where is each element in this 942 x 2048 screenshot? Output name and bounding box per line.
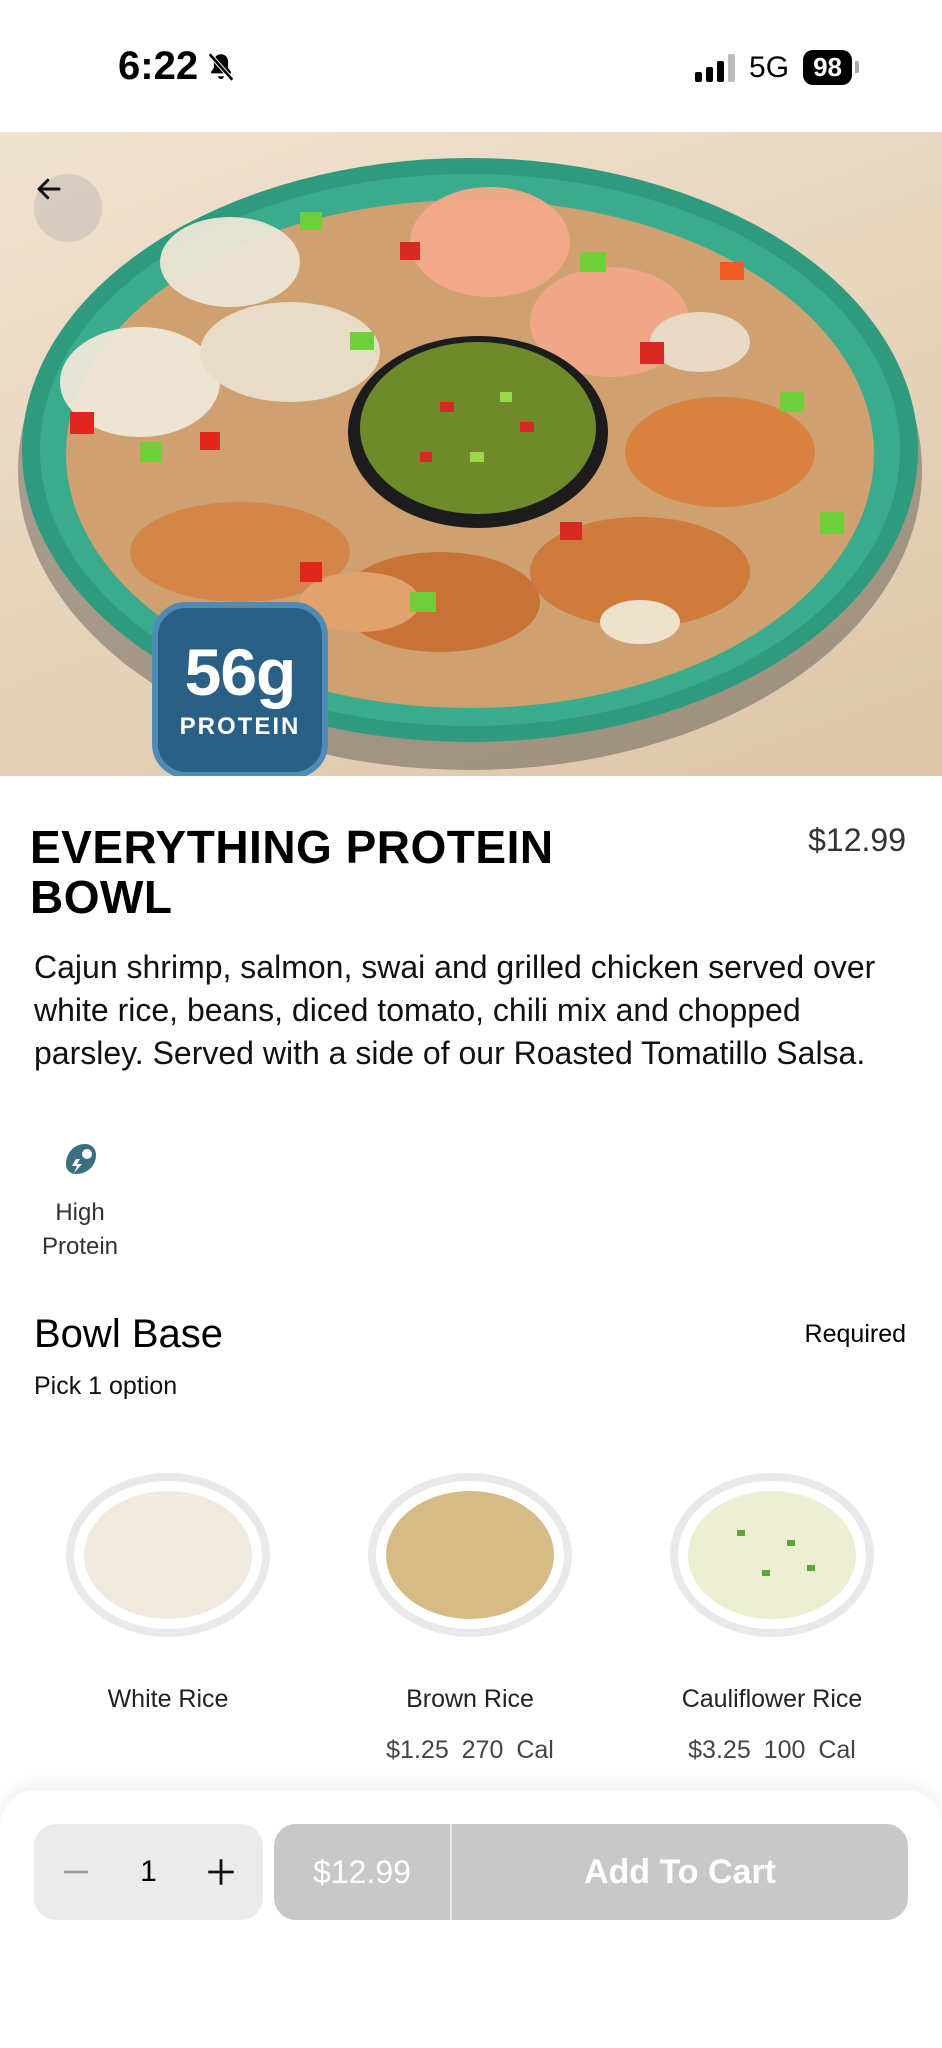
option-name: Brown Rice <box>406 1685 534 1713</box>
option-name: Cauliflower Rice <box>681 1685 863 1713</box>
battery-icon: 98 <box>803 50 859 85</box>
network-label: 5G <box>749 50 790 84</box>
quantity-value: 1 <box>140 1855 157 1888</box>
option-brown-rice[interactable]: Brown Rice $1.25 270 Cal <box>320 1470 620 1766</box>
plus-icon <box>208 1859 234 1885</box>
add-to-cart-button[interactable]: $12.99 Add To Cart <box>274 1824 908 1920</box>
protein-leaf-icon <box>66 1144 96 1174</box>
status-bar: 6:22 5G 98 <box>0 0 942 132</box>
cauliflower-rice-image <box>670 1473 874 1637</box>
clock-text: 6:22 <box>118 44 199 88</box>
status-time: 6:22 <box>118 44 238 89</box>
bowl-photo <box>18 158 922 770</box>
option-name: White Rice <box>107 1685 229 1713</box>
dietary-label: High Protein <box>41 1199 119 1260</box>
brown-rice-image <box>368 1473 572 1637</box>
option-cauliflower-rice[interactable]: Cauliflower Rice $3.25 100 Cal <box>622 1470 922 1766</box>
option-meta <box>18 1736 318 1766</box>
section-title: Bowl Base <box>34 1312 223 1356</box>
add-to-cart-bar: 1 $12.99 Add To Cart <box>0 1790 942 2048</box>
white-rice-image <box>66 1473 270 1637</box>
quantity-stepper: 1 <box>34 1824 263 1920</box>
cart-price: $12.99 <box>274 1824 452 1920</box>
section-subtitle: Pick 1 option <box>34 1372 178 1400</box>
dietary-tag: High Protein <box>30 1134 130 1264</box>
option-meta: $3.25 100 Cal <box>688 1736 856 1764</box>
cart-label: Add To Cart <box>583 1852 776 1891</box>
arrow-left-icon <box>37 178 61 200</box>
bowl-base-options: White Rice Brown Rice $1.25 270 Cal Caul… <box>0 1470 942 1790</box>
status-indicators: 5G 98 <box>695 50 859 85</box>
increment-button[interactable] <box>201 1852 241 1892</box>
required-badge: Required <box>804 1320 906 1348</box>
option-meta: $1.25 270 Cal <box>386 1736 554 1764</box>
item-price: $12.99 <box>808 822 906 858</box>
protein-badge-label: PROTEIN <box>179 713 301 740</box>
protein-badge-value: 56g <box>184 635 297 709</box>
decrement-button[interactable] <box>56 1852 96 1892</box>
option-white-rice[interactable]: White Rice <box>18 1470 318 1766</box>
protein-badge: 56g PROTEIN <box>152 602 328 776</box>
minus-icon <box>64 1870 88 1874</box>
back-button[interactable] <box>34 174 102 242</box>
signal-icon <box>695 53 736 82</box>
hero-image: 56g PROTEIN <box>0 132 942 776</box>
silent-bell-icon <box>208 52 235 81</box>
item-title: EVERYTHING PROTEIN BOWL <box>30 821 554 923</box>
item-description: Cajun shrimp, salmon, swai and grilled c… <box>34 949 876 1071</box>
